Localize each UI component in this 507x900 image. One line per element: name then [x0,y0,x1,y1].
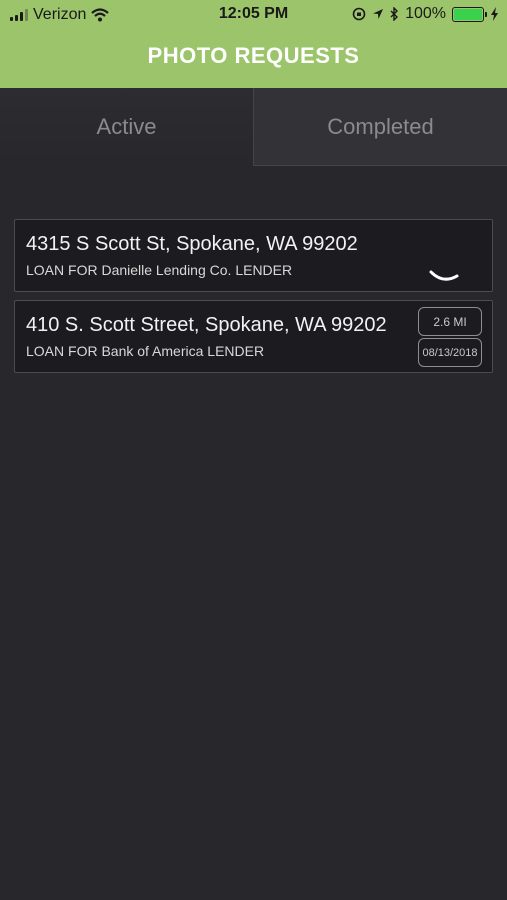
page-title: PHOTO REQUESTS [147,43,360,68]
request-card[interactable]: 410 S. Scott Street, Spokane, WA 99202 L… [14,300,493,373]
date-badge: 08/13/2018 [418,338,482,367]
request-address: 4315 S Scott St, Spokane, WA 99202 [26,233,358,255]
tab-bar: Active Completed [0,88,507,166]
request-card[interactable]: 4315 S Scott St, Spokane, WA 99202 LOAN … [14,219,493,292]
battery-icon [452,6,487,22]
tab-completed[interactable]: Completed [253,88,507,166]
request-address: 410 S. Scott Street, Spokane, WA 99202 [26,314,387,336]
tab-active[interactable]: Active [0,88,253,166]
loading-spinner-icon [429,270,459,281]
charging-bolt-icon [491,7,498,21]
battery-percent: 100% [405,5,446,22]
bluetooth-icon [390,7,399,21]
header-bar: Verizon 12:05 PM 100% PHOTO REQUESTS [0,0,507,88]
orientation-lock-icon [352,7,366,21]
location-icon [373,9,384,19]
status-bar: Verizon 12:05 PM 100% [0,0,507,30]
request-lender: LOAN FOR Bank of America LENDER [26,343,265,359]
distance-badge: 2.6 MI [418,307,482,336]
request-lender: LOAN FOR Danielle Lending Co. LENDER [26,262,293,278]
